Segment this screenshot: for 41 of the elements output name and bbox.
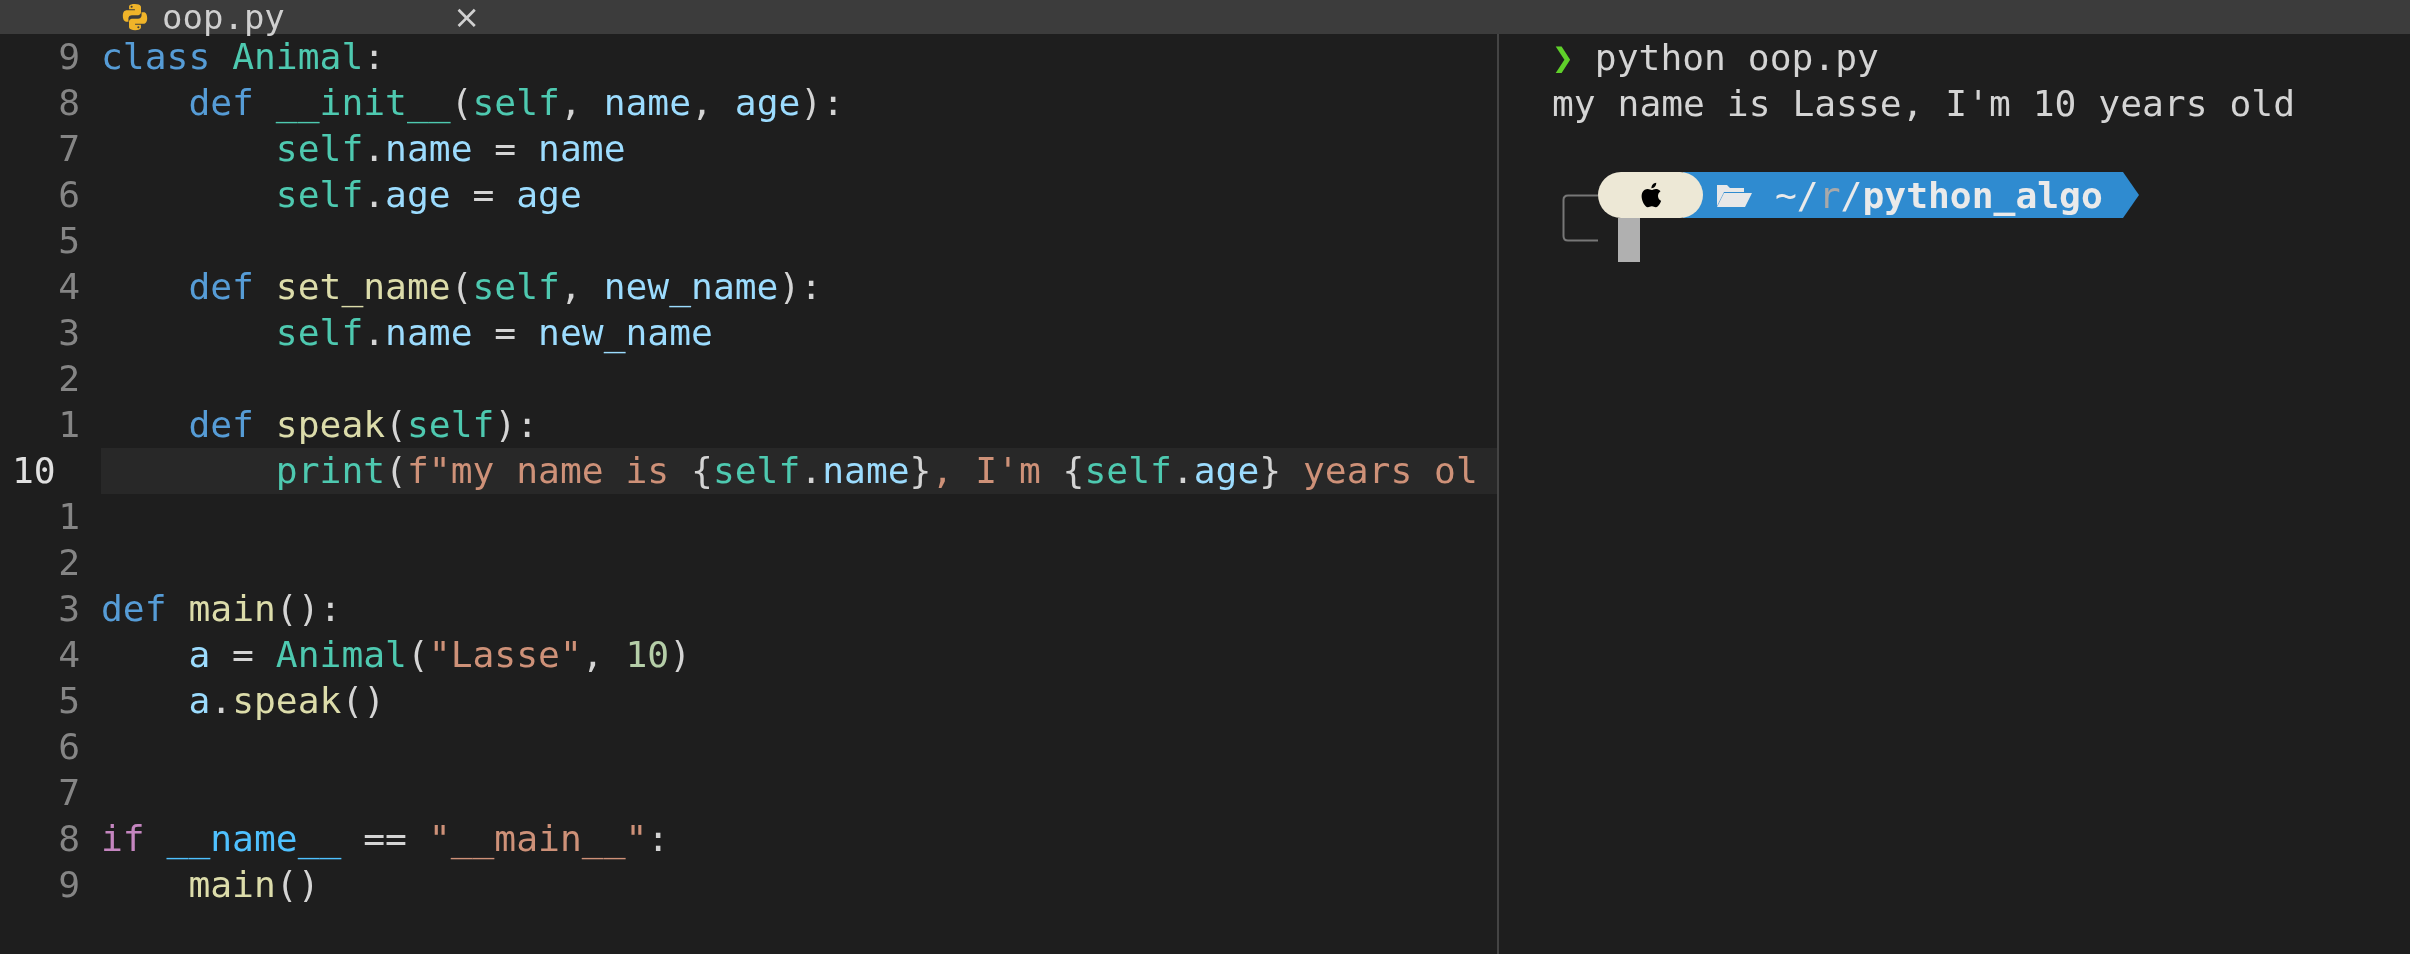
line-number: 7 — [57, 126, 81, 172]
apple-logo-icon — [1639, 182, 1662, 208]
code-line: def main(): — [101, 586, 342, 632]
python-file-icon — [120, 2, 150, 32]
terminal-output: my name is Lasse, I'm 10 years old — [1552, 81, 2295, 125]
code-line: print(f"my name is {self.name}, I'm {self.age} years ol — [274, 448, 1478, 494]
line-number: 1 — [57, 494, 81, 540]
code-line: main() — [187, 862, 320, 908]
code-line: self.name = name — [274, 126, 626, 172]
line-number: 3 — [57, 586, 81, 632]
code-line: self.age = age — [274, 172, 582, 218]
code-line: class Animal: — [101, 35, 386, 80]
prompt-bracket-icon — [1562, 194, 1598, 242]
prompt-chevron: ❯ — [1552, 35, 1574, 79]
terminal-cursor — [1618, 218, 1640, 262]
directory-path: ~/r/python_algo — [1775, 173, 2103, 217]
line-number: 4 — [57, 264, 81, 310]
line-number: 9 — [57, 34, 81, 80]
line-number: 8 — [57, 80, 81, 126]
code-line: def speak(self): — [187, 402, 539, 448]
line-number: 3 — [57, 310, 81, 356]
code-line: a = Animal("Lasse", 10) — [187, 632, 692, 678]
line-number: 6 — [57, 172, 81, 218]
line-number: 5 — [57, 218, 81, 264]
line-number: 6 — [57, 724, 81, 770]
line-number: 8 — [57, 816, 81, 862]
line-number: 9 — [57, 862, 81, 908]
code-line: def __init__(self, name, age): — [187, 80, 845, 126]
line-number: 10 — [11, 448, 57, 494]
line-number: 5 — [57, 678, 81, 724]
code-line: self.name = new_name — [274, 310, 713, 356]
line-number: 1 — [57, 402, 81, 448]
line-number: 4 — [57, 632, 81, 678]
line-number: 7 — [57, 770, 81, 816]
line-number: 2 — [57, 356, 81, 402]
close-button[interactable]: × — [453, 0, 480, 34]
line-number: 2 — [57, 540, 81, 586]
code-line: a.speak() — [187, 678, 386, 724]
terminal-command: python oop.py — [1594, 35, 1879, 79]
code-line: def set_name(self, new_name): — [187, 264, 823, 310]
code-line: if __name__ == "__main__": — [101, 816, 670, 862]
